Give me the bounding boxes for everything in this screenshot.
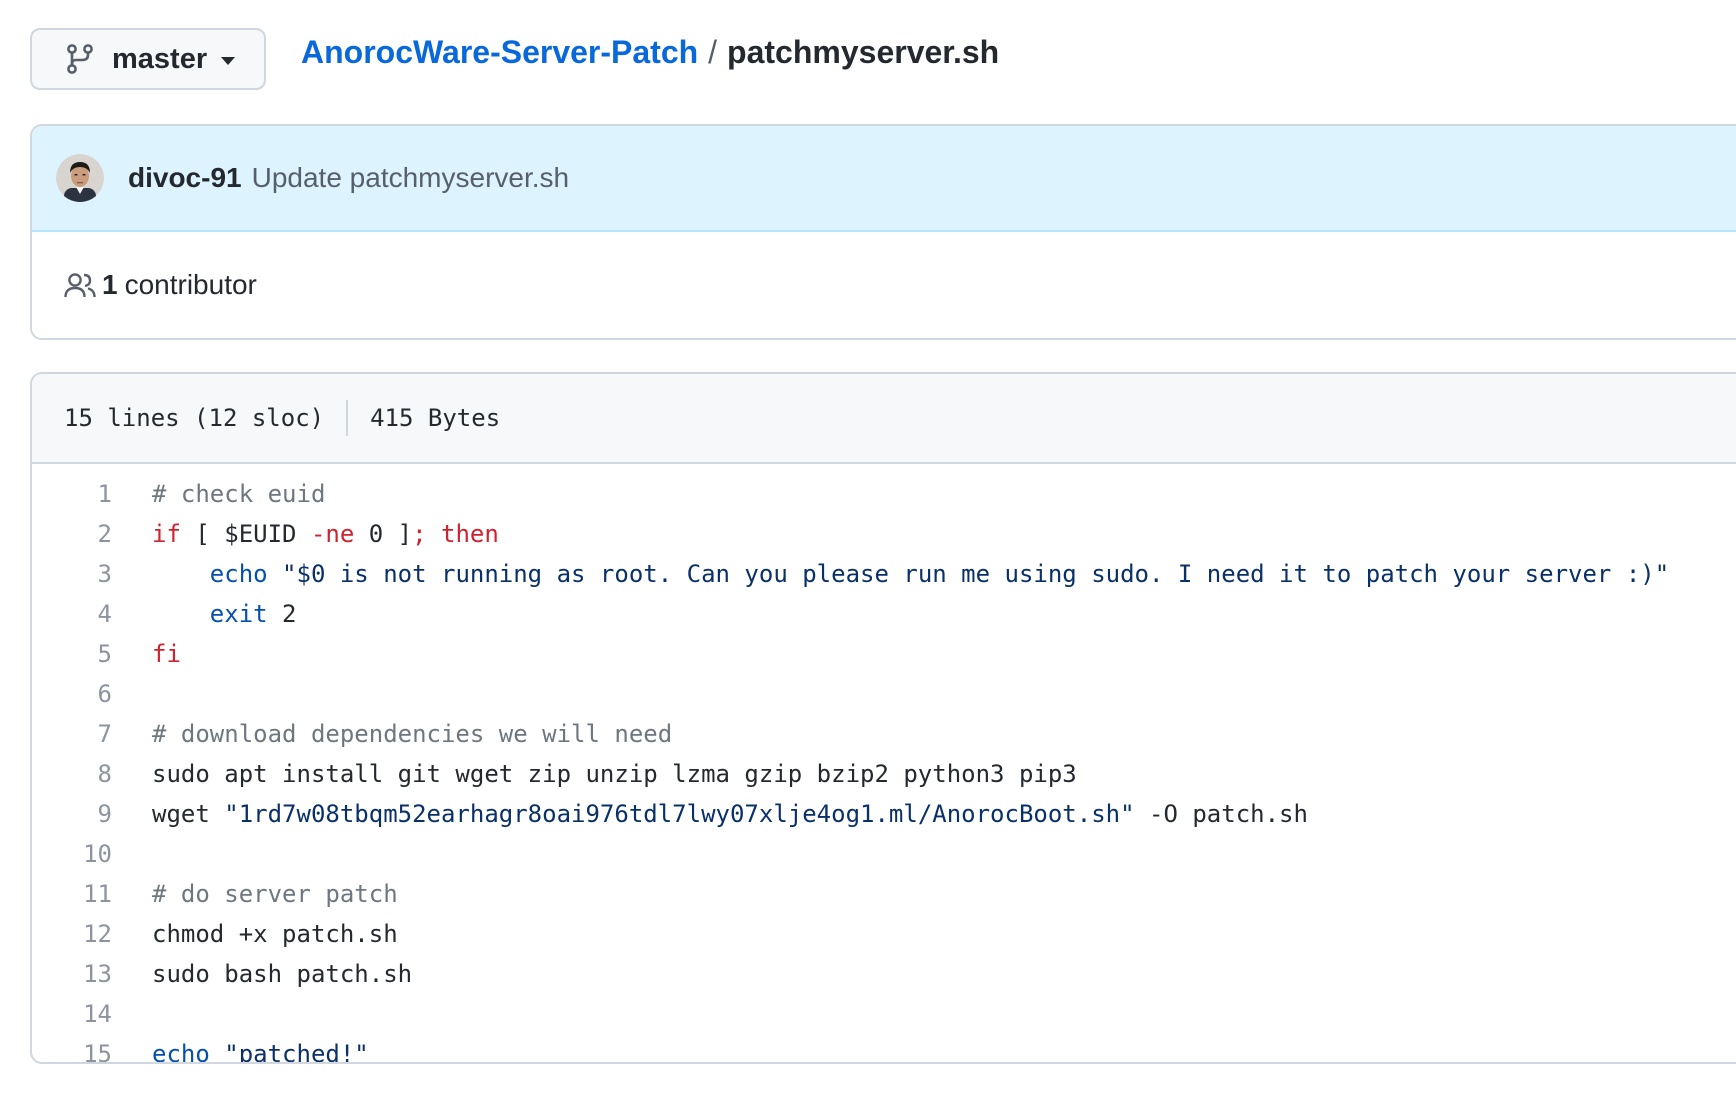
code-token: fi [152,640,181,668]
file-info-divider [346,400,349,436]
code-token: sudo bash patch.sh [152,960,413,988]
latest-commit-box: divoc-91 Update patchmyserver.sh 1 contr… [30,124,1736,340]
code-line: 7 # download dependencies we will need [32,714,1736,754]
line-code: echo "$0 is not running as root. Can you… [112,560,1669,588]
file-info-header: 15 lines (12 sloc) 415 Bytes [32,374,1736,464]
code-token: "1rd7w08tbqm52earhagr8oai976tdl7lwy07xlj… [224,800,1135,828]
code-line: 14 [32,994,1736,1034]
file-line-count: 15 lines (12 sloc) [64,404,325,432]
commit-message[interactable]: Update patchmyserver.sh [252,162,570,194]
branch-selector-button[interactable]: master [30,28,266,90]
line-number[interactable]: 5 [32,640,112,668]
line-code: sudo apt install git wget zip unzip lzma… [112,760,1077,788]
code-line: 13 sudo bash patch.sh [32,954,1736,994]
people-icon [64,273,96,298]
contributor-label: contributor [124,269,257,300]
caret-down-icon [221,57,236,65]
code-line: 10 [32,834,1736,874]
code-token: if [152,520,181,548]
line-number[interactable]: 11 [32,880,112,908]
code-line: 4 exit 2 [32,594,1736,634]
code-token: wget [152,800,225,828]
line-number[interactable]: 2 [32,520,112,548]
code-line: 8 sudo apt install git wget zip unzip lzm… [32,754,1736,794]
line-code: # check euid [112,480,325,508]
code-token: [ $EUID [180,520,311,548]
code-line: 11 # do server patch [32,874,1736,914]
line-number[interactable]: 13 [32,960,112,988]
code-token: -O patch.sh [1134,800,1308,828]
line-number[interactable]: 15 [32,1040,112,1062]
code-line: 6 [32,674,1736,714]
line-code: # do server patch [112,880,398,908]
branch-name: master [112,42,208,75]
code-token: 0 ] [354,520,413,548]
code-line: 2 if [ $EUID -ne 0 ]; then [32,514,1736,554]
file-size: 415 Bytes [370,404,501,432]
line-number[interactable]: 12 [32,920,112,948]
code-view: 1 # check euid 2 if [ $EUID -ne 0 ]; then 3 … [32,464,1736,1064]
code-token: echo [152,1040,210,1064]
code-token: chmod +x patch.sh [152,920,398,948]
line-number[interactable]: 4 [32,600,112,628]
code-token: exit [209,600,268,628]
code-token: echo [209,560,268,588]
file-view-page: master AnorocWare-Server-Patch / patchmy… [0,0,1736,1102]
code-line: 5 fi [32,634,1736,674]
line-code: if [ $EUID -ne 0 ]; then [112,520,499,548]
line-code: exit 2 [112,600,297,628]
code-line: 1 # check euid [32,474,1736,514]
code-token: 2 [267,600,297,628]
repo-link[interactable]: AnorocWare-Server-Patch [301,34,698,71]
commit-author[interactable]: divoc-91 [128,162,242,194]
git-branch-icon [67,44,93,74]
line-code: wget "1rd7w08tbqm52earhagr8oai976tdl7lwy… [112,800,1308,828]
line-number[interactable]: 7 [32,720,112,748]
file-name: patchmyserver.sh [727,33,1000,70]
line-number[interactable]: 3 [32,560,112,588]
code-token: # download dependencies we will need [152,720,673,748]
code-token: -ne [310,520,355,548]
line-number[interactable]: 14 [32,1000,112,1028]
contributor-count: 1 [102,269,118,300]
code-token: ; then [412,520,499,548]
code-token: "$0 is not running as root. Can you plea… [282,560,1670,588]
breadcrumb-separator: / [708,33,718,70]
code-token: sudo apt install git wget zip unzip lzma… [152,760,1077,788]
code-line: 9 wget "1rd7w08tbqm52earhagr8oai976tdl7lw… [32,794,1736,834]
line-code: echo "patched!" [112,1040,369,1064]
line-number[interactable]: 9 [32,800,112,828]
line-code: chmod +x patch.sh [112,920,398,948]
code-token: # check euid [152,480,326,508]
breadcrumb: AnorocWare-Server-Patch / patchmyserver.… [301,30,999,74]
code-line: 12 chmod +x patch.sh [32,914,1736,954]
code-token: "patched!" [224,1040,369,1064]
commit-header: divoc-91 Update patchmyserver.sh [32,126,1736,232]
user-avatar[interactable] [56,154,104,202]
code-line: 15 echo "patched!" [32,1034,1736,1064]
line-number[interactable]: 6 [32,680,112,708]
line-code: # download dependencies we will need [112,720,672,748]
line-number[interactable]: 8 [32,760,112,788]
line-code: sudo bash patch.sh [112,960,412,988]
file-content-box: 15 lines (12 sloc) 415 Bytes 1 # check eu… [30,372,1736,1064]
line-number[interactable]: 10 [32,840,112,868]
line-number[interactable]: 1 [32,480,112,508]
contributors-row[interactable]: 1 contributor [32,232,1736,338]
code-token: # do server patch [152,880,398,908]
line-code: fi [112,640,181,668]
code-line: 3 echo "$0 is not running as root. Can y… [32,554,1736,594]
